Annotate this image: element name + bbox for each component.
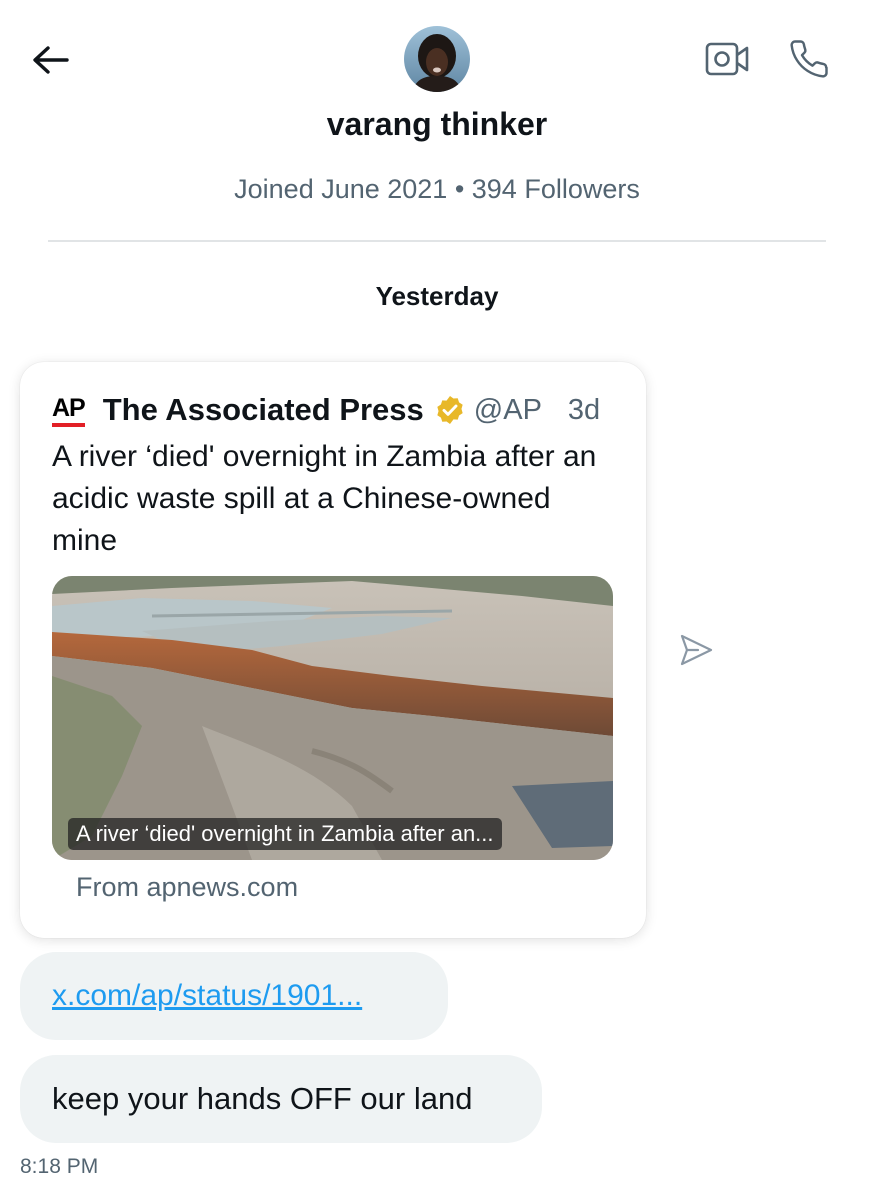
- post-media[interactable]: A river ‘died' overnight in Zambia after…: [52, 576, 613, 860]
- video-camera-icon: [705, 42, 749, 76]
- message-timestamp: 8:18 PM: [20, 1155, 99, 1178]
- contact-meta: Joined June 2021 • 394 Followers: [234, 174, 640, 204]
- contact-name[interactable]: varang thinker: [0, 106, 874, 143]
- day-separator: Yesterday: [375, 281, 499, 311]
- divider: [48, 240, 826, 242]
- media-caption: A river ‘died' overnight in Zambia after…: [68, 818, 502, 850]
- call-button[interactable]: [786, 36, 832, 82]
- phone-icon: [790, 40, 828, 78]
- verified-badge-icon: [437, 396, 463, 424]
- conversation-header: varang thinker Joined June 2021 • 394 Fo…: [0, 0, 874, 242]
- post-handle: @AP: [473, 393, 542, 426]
- ap-logo: AP: [52, 394, 86, 427]
- video-call-button[interactable]: [704, 38, 750, 80]
- avatar[interactable]: [404, 26, 470, 92]
- link-message-bubble: x.com/ap/status/1901...: [20, 952, 448, 1040]
- link-message[interactable]: x.com/ap/status/1901...: [52, 979, 362, 1013]
- back-button[interactable]: [28, 40, 72, 80]
- post-author[interactable]: The Associated Press: [103, 392, 424, 428]
- post-time: 3d: [567, 393, 601, 426]
- share-button[interactable]: [676, 630, 716, 670]
- source-domain: From apnews.com: [76, 872, 299, 902]
- post-text: A river ‘died' overnight in Zambia after…: [52, 440, 597, 557]
- text-message-bubble[interactable]: keep your hands OFF our land: [20, 1055, 542, 1143]
- shared-post-card[interactable]: AP The Associated Press @AP 3d A river ‘…: [20, 362, 646, 938]
- arrow-left-icon: [33, 46, 69, 74]
- send-icon: [680, 634, 713, 666]
- post-header: AP The Associated Press @AP 3d: [52, 390, 600, 430]
